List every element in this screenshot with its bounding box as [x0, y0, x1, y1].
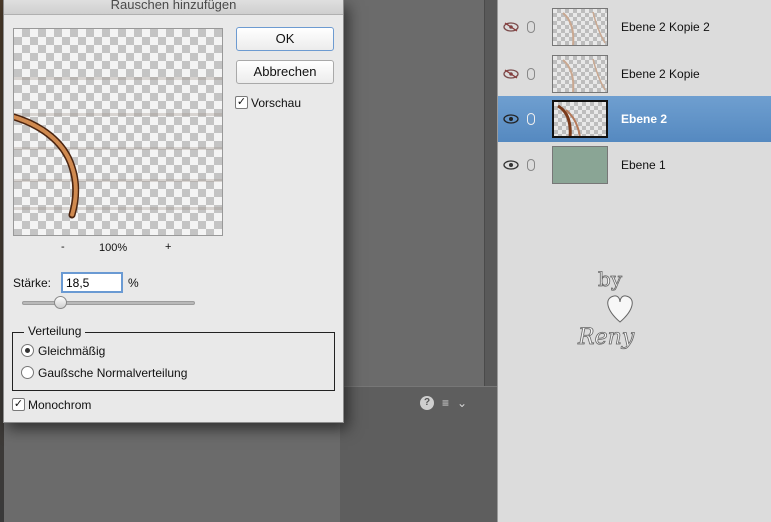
collapse-icon[interactable]: ⌄ — [457, 396, 467, 410]
eye-hidden-icon[interactable] — [503, 22, 519, 32]
layer-row[interactable]: Ebene 2 Kopie 2 — [498, 4, 771, 50]
svg-text:Reny: Reny — [577, 325, 635, 350]
add-noise-dialog: Rauschen hinzufügen - 100% + OK Abbreche… — [3, 0, 344, 423]
distribution-legend: Verteilung — [24, 324, 86, 338]
strength-input[interactable] — [61, 272, 123, 293]
layer-row-selected[interactable]: Ebene 2 — [498, 96, 771, 142]
layer-thumbnail — [552, 8, 608, 46]
layer-thumbnail — [552, 100, 608, 138]
eye-icon[interactable] — [503, 114, 519, 124]
layer-name: Ebene 2 Kopie — [621, 67, 700, 81]
link-icon[interactable] — [527, 21, 535, 33]
layer-row[interactable]: Ebene 2 Kopie — [498, 51, 771, 97]
zoom-level: 100% — [99, 242, 128, 254]
preview-image — [14, 113, 80, 219]
layer-thumbnail — [552, 55, 608, 93]
cancel-button[interactable]: Abbrechen — [236, 60, 334, 84]
preview-checkbox[interactable]: ✓ — [235, 96, 248, 109]
radio-uniform[interactable] — [21, 344, 34, 357]
dialog-title: Rauschen hinzufügen — [4, 0, 343, 15]
zoom-in-button[interactable]: + — [165, 241, 171, 253]
link-icon[interactable] — [527, 68, 535, 80]
panel-icon-bar: ? ≡ ⌄ — [420, 396, 467, 410]
eye-hidden-icon[interactable] — [503, 69, 519, 79]
strength-label: Stärke: — [13, 276, 52, 290]
list-menu-icon[interactable]: ≡ — [442, 396, 449, 410]
distribution-group — [12, 332, 335, 391]
radio-gaussian[interactable] — [21, 366, 34, 379]
signature-watermark: by Reny — [577, 267, 636, 351]
strength-slider-thumb[interactable] — [54, 296, 67, 309]
help-icon[interactable]: ? — [420, 396, 434, 410]
strength-slider-track[interactable] — [22, 301, 195, 305]
workspace-scrollbar[interactable] — [484, 0, 497, 386]
layer-name: Ebene 2 Kopie 2 — [621, 20, 710, 34]
layer-name: Ebene 1 — [621, 158, 666, 172]
radio-gaussian-label: Gaußsche Normalverteilung — [38, 366, 188, 380]
ok-button[interactable]: OK — [236, 27, 334, 51]
eye-icon[interactable] — [503, 160, 519, 170]
monochrome-checkbox-label: Monochrom — [28, 398, 92, 412]
layer-name: Ebene 2 — [621, 112, 668, 126]
layer-thumbnail — [552, 146, 608, 184]
strength-unit: % — [128, 276, 139, 290]
preview-area[interactable] — [13, 28, 223, 236]
layer-row[interactable]: Ebene 1 — [498, 142, 771, 188]
lower-panel — [340, 386, 497, 522]
monochrome-checkbox[interactable]: ✓ — [12, 398, 25, 411]
radio-uniform-label: Gleichmäßig — [38, 344, 106, 358]
preview-checkbox-label: Vorschau — [251, 96, 302, 110]
svg-text:by: by — [598, 267, 623, 291]
link-icon[interactable] — [527, 113, 535, 125]
zoom-out-button[interactable]: - — [61, 241, 65, 253]
layers-panel: Ebene 2 Kopie 2 Ebene 2 Kopie Ebene 2 Eb… — [497, 0, 771, 522]
link-icon[interactable] — [527, 159, 535, 171]
